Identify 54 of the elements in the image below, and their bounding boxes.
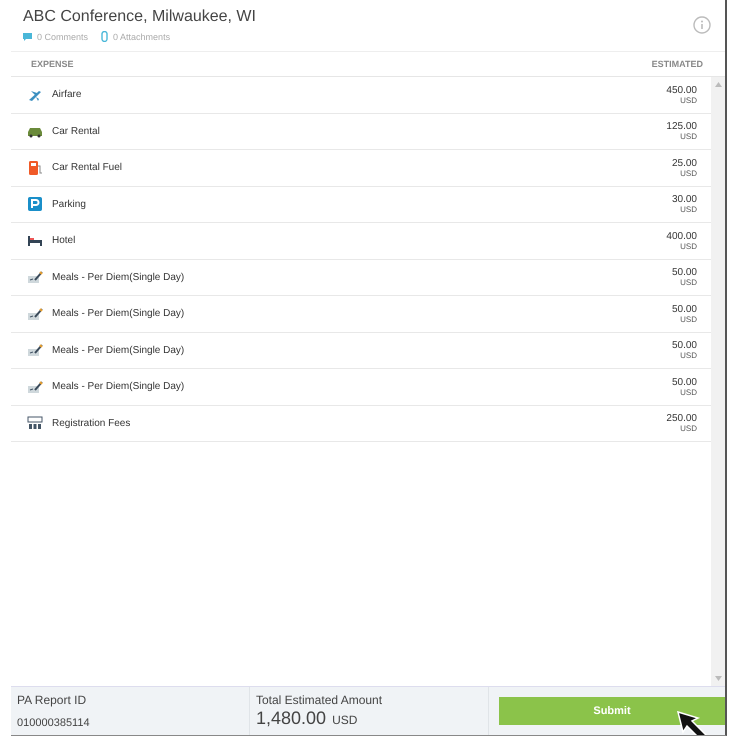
expense-name: Car Rental Fuel <box>52 162 124 174</box>
expense-amount: 30.00 <box>672 194 697 206</box>
expense-amount: 25.00 <box>672 158 697 169</box>
column-header: ESTIMATED <box>652 59 703 69</box>
report-id-label: PA Report ID <box>17 693 88 707</box>
currency-code: USD <box>680 314 697 324</box>
total-currency: USD <box>332 713 358 727</box>
receipt-pen-icon <box>27 270 43 284</box>
paperclip-icon[interactable] <box>101 31 108 42</box>
scrollbar[interactable] <box>711 77 725 686</box>
expense-name: Hotel <box>52 235 76 246</box>
report-id: 010000385114 <box>17 717 91 729</box>
total-label: Total Estimated Amount <box>256 693 384 707</box>
currency-code: USD <box>680 132 697 142</box>
expense-name: Airfare <box>52 89 82 100</box>
report-title: ABC Conference, Milwaukee, WI <box>23 8 256 26</box>
currency-code: USD <box>680 278 697 288</box>
comment-icon[interactable] <box>23 32 32 40</box>
currency-code: USD <box>680 351 697 360</box>
receipt-pen-icon <box>27 306 43 321</box>
expense-name: Registration Fees <box>52 418 132 429</box>
currency-code: USD <box>680 205 697 214</box>
expense-amount: 50.00 <box>672 304 697 315</box>
expense-name: Meals - Per Diem(Single Day) <box>52 381 186 392</box>
attachments-link[interactable]: 0 Attachments <box>113 32 170 42</box>
parking-icon <box>27 197 43 212</box>
expense-name: Meals - Per Diem(Single Day) <box>52 308 186 320</box>
submit-button[interactable]: Submit <box>499 697 725 725</box>
expense-amount: 250.00 <box>666 413 697 424</box>
expense-amount: 125.00 <box>666 121 697 132</box>
fuel-pump-icon <box>27 160 43 175</box>
expense-amount: 50.00 <box>672 267 697 278</box>
scroll-up-icon[interactable] <box>714 82 722 87</box>
expense-name: Parking <box>52 198 87 210</box>
expense-name: Car Rental <box>52 126 101 137</box>
currency-code: USD <box>680 96 697 105</box>
expense-amount: 450.00 <box>666 84 697 96</box>
currency-code: USD <box>680 168 697 178</box>
currency-code: USD <box>680 388 697 397</box>
column-header: EXPENSE <box>31 59 74 69</box>
expense-amount: 400.00 <box>666 230 697 242</box>
comments-link[interactable]: 0 Comments <box>37 32 88 42</box>
expense-amount: 50.00 <box>672 340 697 352</box>
total-amount: 1,480.00 <box>256 708 326 729</box>
currency-code: USD <box>680 242 697 251</box>
receipt-pen-icon <box>27 343 43 358</box>
bed-icon <box>27 234 43 248</box>
expense-name: Meals - Per Diem(Single Day) <box>52 344 186 356</box>
receipt-pen-icon <box>27 380 43 394</box>
expense-amount: 50.00 <box>672 376 697 388</box>
currency-code: USD <box>680 424 697 434</box>
scroll-down-icon[interactable] <box>714 676 722 681</box>
info-icon[interactable] <box>693 16 711 34</box>
expense-name: Meals - Per Diem(Single Day) <box>52 272 186 283</box>
